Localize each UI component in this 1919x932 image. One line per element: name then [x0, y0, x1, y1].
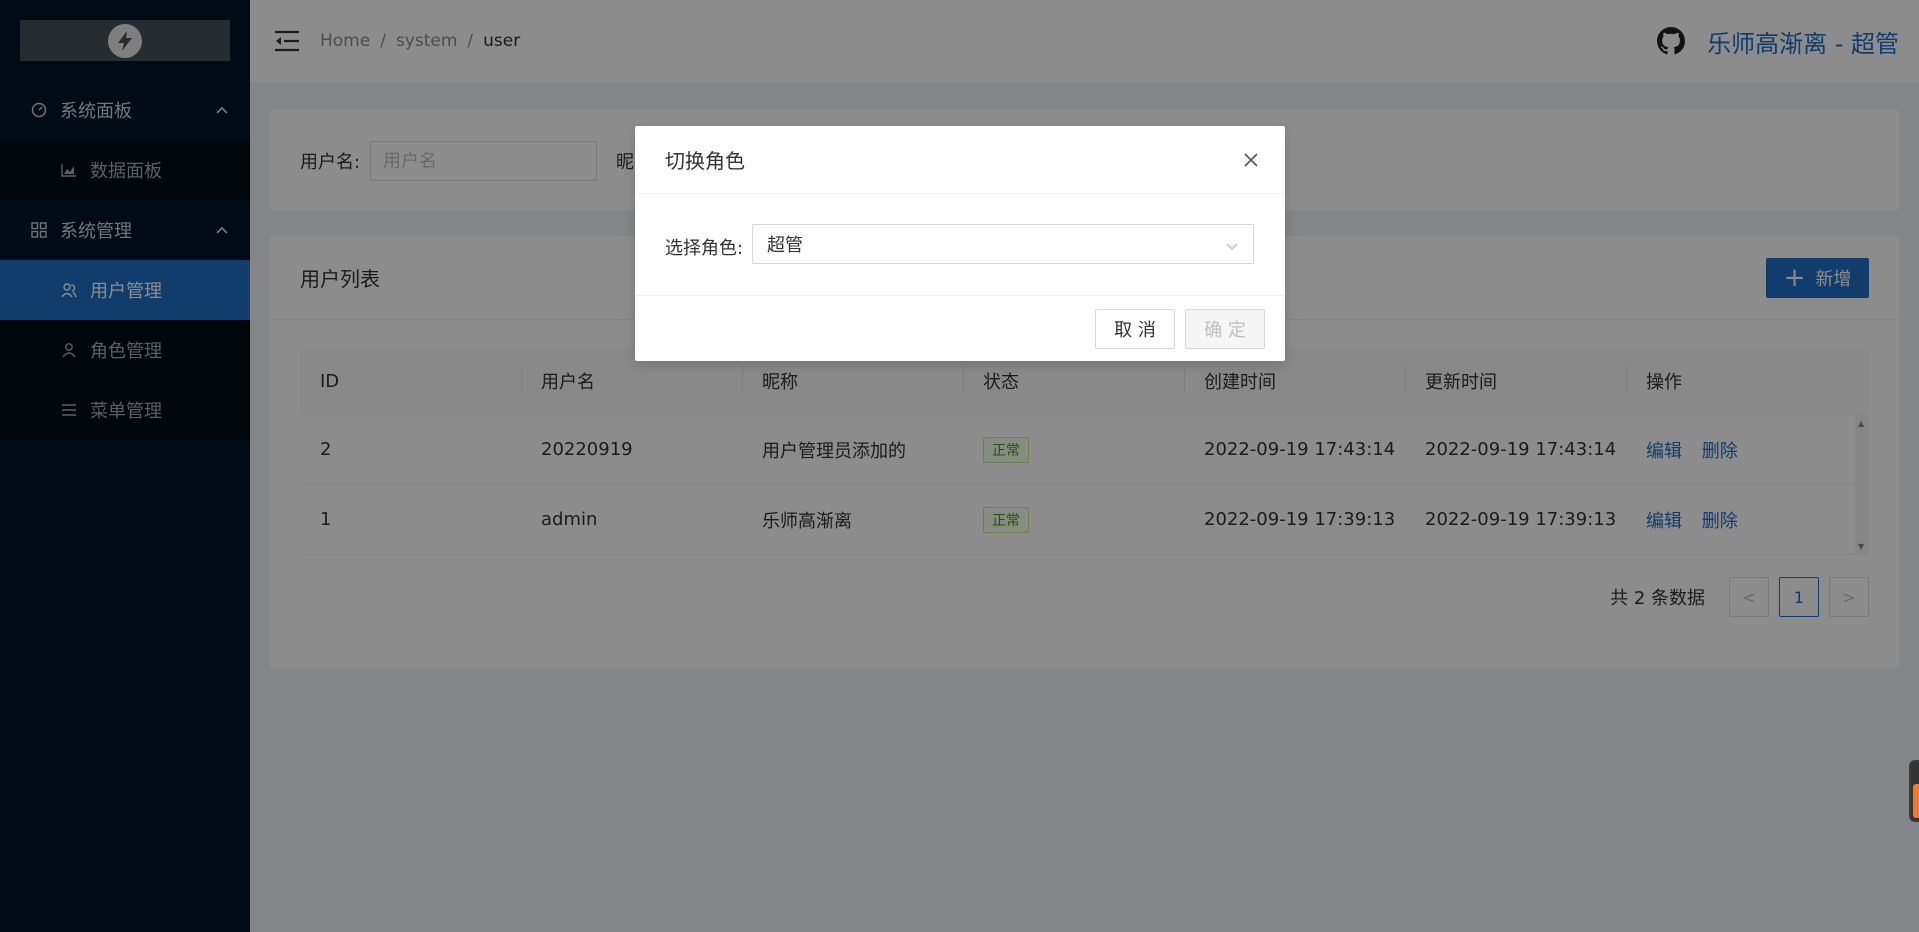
confirm-button[interactable]: 确 定 — [1185, 308, 1265, 349]
scroll-thumb[interactable] — [1913, 784, 1919, 818]
cancel-button[interactable]: 取 消 — [1095, 308, 1175, 349]
role-select-value: 超管 — [767, 235, 803, 256]
switch-role-dialog: 切换角色 选择角色: 超管 取 消 确 定 — [635, 126, 1285, 361]
close-icon[interactable] — [1241, 150, 1261, 170]
modal-body: 选择角色: 超管 — [635, 194, 1285, 296]
modal-title: 切换角色 — [665, 149, 745, 173]
modal-footer: 取 消 确 定 — [635, 296, 1285, 361]
role-select[interactable]: 超管 — [752, 224, 1254, 264]
modal-header: 切换角色 — [635, 126, 1285, 194]
page-scroll-indicator[interactable] — [1909, 760, 1919, 822]
role-select-label: 选择角色: — [665, 238, 744, 259]
chevron-down-icon — [1225, 237, 1239, 251]
